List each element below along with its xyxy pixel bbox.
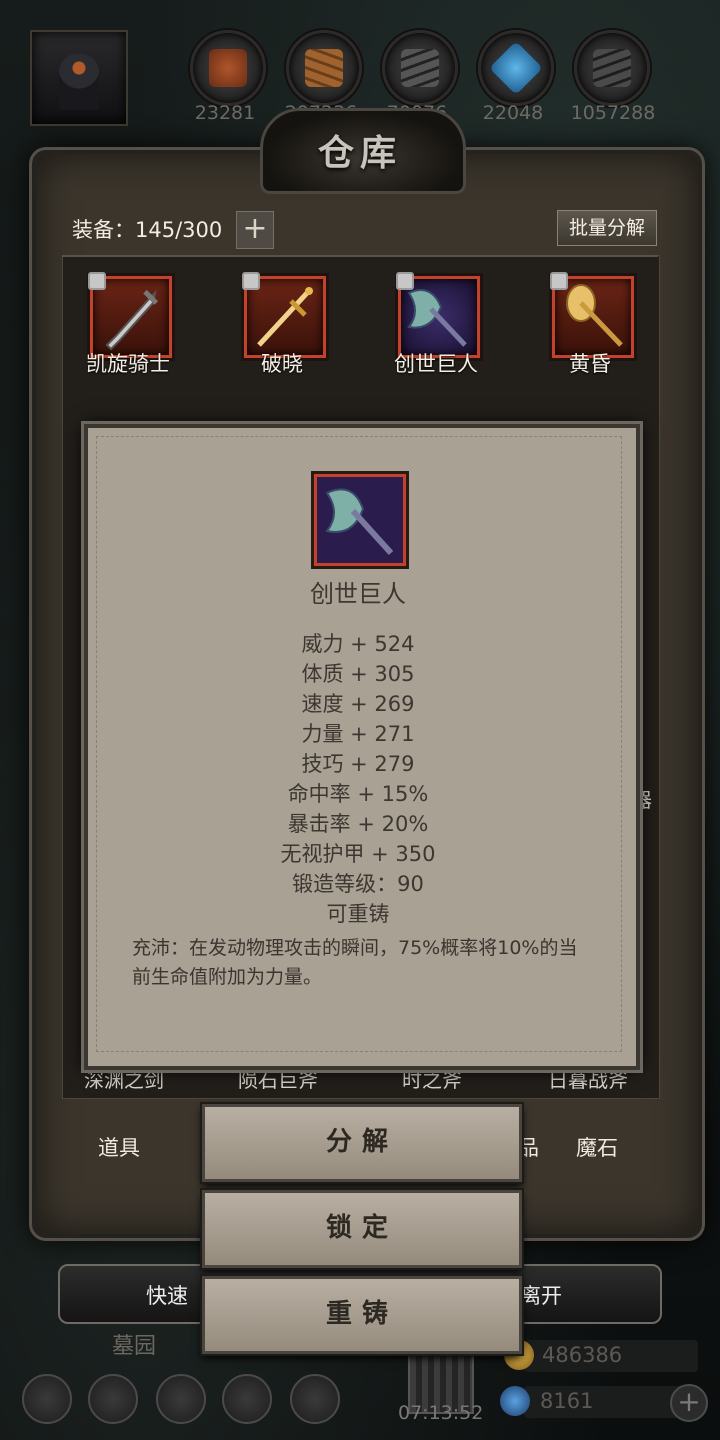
inventory-item[interactable]: 破晓	[218, 272, 338, 396]
inventory-item[interactable]: 黄昏	[526, 272, 646, 396]
player-avatar[interactable]	[30, 30, 128, 126]
divider	[62, 255, 658, 257]
hooded-figure-icon	[59, 54, 99, 110]
stat-line: 力量 + 271	[301, 722, 415, 746]
scroll-icon[interactable]	[156, 1374, 206, 1424]
stat-line: 命中率 + 15%	[287, 782, 429, 806]
iron-ingot-icon	[401, 49, 439, 87]
equipment-count: 装备：145/300	[72, 218, 223, 242]
tab-items[interactable]: 道具	[98, 1132, 140, 1162]
inventory-item[interactable]: 创世巨人	[372, 272, 492, 396]
stat-line: 体质 + 305	[301, 662, 415, 686]
lock-icon	[242, 272, 260, 290]
expand-capacity-button[interactable]: +	[236, 211, 274, 249]
location-name: 墓园	[112, 1334, 157, 1359]
item-name: 创世巨人	[394, 352, 478, 376]
shield-icon[interactable]	[290, 1374, 340, 1424]
resource-steel[interactable]	[574, 30, 650, 106]
gear-icon[interactable]	[22, 1374, 72, 1424]
reforge-button[interactable]: 重铸	[202, 1276, 522, 1354]
batch-decompose-button[interactable]: 批量分解	[557, 210, 657, 246]
item-name: 凯旋骑士	[86, 352, 170, 376]
mail-icon[interactable]	[222, 1374, 272, 1424]
star-icon[interactable]	[88, 1374, 138, 1424]
gem-amount: 8161	[540, 1389, 594, 1413]
lock-icon	[550, 272, 568, 290]
stat-line: 锻造等级：90	[292, 872, 424, 896]
stat-line: 无视护甲 + 350	[280, 842, 436, 866]
item-name: 黄昏	[569, 352, 611, 376]
gold-amount: 486386	[542, 1343, 623, 1367]
skill-description: 充沛：在发动物理攻击的瞬间，75%概率将10%的当前生命值附加为力量。	[132, 937, 578, 988]
tab-magic-stone[interactable]: 魔石	[576, 1132, 618, 1162]
resource-crystal[interactable]	[478, 30, 554, 106]
steel-ingot-icon	[593, 49, 631, 87]
stat-line: 速度 + 269	[301, 692, 415, 716]
wood-planks-icon	[305, 49, 343, 87]
decompose-button[interactable]: 分解	[202, 1104, 522, 1182]
quick-button-fragment[interactable]: 快速	[146, 1280, 188, 1310]
add-currency-button[interactable]: +	[670, 1384, 708, 1422]
resource-wood[interactable]	[286, 30, 362, 106]
resource-count: 22048	[482, 102, 544, 124]
purple-axe-icon	[314, 474, 406, 566]
lock-icon	[396, 272, 414, 290]
resource-count: 1057288	[570, 102, 656, 124]
resource-leather[interactable]	[190, 30, 266, 106]
leave-button-fragment[interactable]: 离开	[520, 1280, 562, 1310]
resource-count: 23281	[194, 102, 256, 124]
inventory-item[interactable]: 凯旋骑士	[64, 272, 184, 396]
reforgeable-label: 可重铸	[326, 902, 390, 926]
crystal-icon	[489, 41, 543, 95]
stat-line: 技巧 + 279	[301, 752, 415, 776]
item-name: 破晓	[261, 352, 303, 376]
leather-icon	[209, 49, 247, 87]
lock-button[interactable]: 锁定	[202, 1190, 522, 1268]
resource-iron[interactable]	[382, 30, 458, 106]
gem-icon	[500, 1386, 530, 1416]
page-title: 仓库	[317, 133, 402, 174]
clock: 07:13:52	[398, 1402, 484, 1424]
item-detail-name: 创世巨人	[310, 580, 406, 608]
stat-line: 暴击率 + 20%	[287, 812, 429, 836]
stat-line: 威力 + 524	[301, 632, 415, 656]
lock-icon	[88, 272, 106, 290]
